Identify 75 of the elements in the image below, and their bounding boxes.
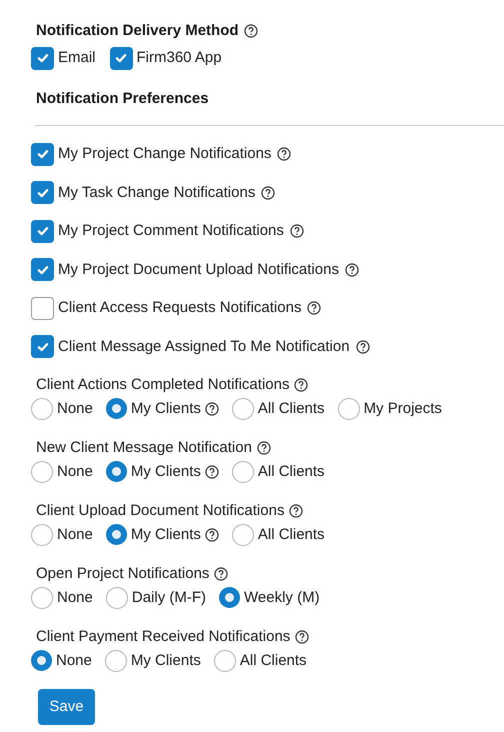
section-heading: Notification Preferences (35, 89, 209, 109)
radio-button[interactable] (219, 587, 240, 608)
checkbox[interactable] (31, 335, 54, 358)
radio-label: None (57, 588, 93, 608)
help-icon[interactable] (204, 402, 219, 416)
checkbox-label: Client Access Requests Notifications (58, 298, 302, 318)
help-icon[interactable] (261, 186, 276, 200)
save-button[interactable]: Save (38, 688, 95, 724)
radio-label: None (57, 398, 93, 418)
radio-button[interactable] (31, 524, 53, 546)
help-icon[interactable] (344, 262, 359, 276)
checkbox-label: Client Message Assigned To Me Notification (58, 336, 350, 356)
help-icon[interactable] (289, 504, 304, 518)
help-icon[interactable] (214, 566, 228, 580)
radio-label: All Clients (258, 524, 325, 544)
group-label: Client Payment Received Notifications (36, 626, 290, 646)
help-icon[interactable] (256, 440, 271, 454)
help-icon[interactable] (277, 147, 292, 161)
radio-button[interactable] (31, 586, 53, 608)
checkbox[interactable] (31, 142, 54, 166)
radio-button[interactable] (31, 460, 53, 482)
radio-button[interactable] (106, 461, 127, 482)
radio-button[interactable] (214, 650, 236, 672)
group-label: Client Upload Document Notifications (36, 500, 284, 520)
help-icon[interactable] (294, 378, 308, 392)
group-label: Client Actions Completed Notifications (36, 374, 290, 394)
checkbox[interactable] (31, 296, 54, 320)
checkbox-label: My Task Change Notifications (58, 182, 256, 202)
radio-label: My Clients (130, 462, 201, 482)
checkbox[interactable] (31, 258, 54, 281)
radio-button[interactable] (232, 460, 254, 482)
help-icon[interactable] (204, 464, 219, 478)
help-icon[interactable] (290, 224, 304, 238)
radio-button[interactable] (104, 650, 127, 672)
radio-label: Daily (M-F) (132, 588, 206, 608)
checkbox[interactable] (110, 46, 133, 70)
radio-button[interactable] (232, 524, 254, 546)
radio-label: None (56, 650, 92, 670)
checkmark-icon (36, 51, 50, 65)
radio-button[interactable] (232, 398, 254, 420)
radio-label: All Clients (258, 398, 325, 418)
radio-label: All Clients (258, 462, 325, 482)
radio-label: My Clients (130, 524, 201, 544)
radio-label: My Clients (130, 398, 201, 418)
checkbox[interactable] (31, 220, 54, 242)
radio-label: My Projects (364, 398, 442, 418)
checkmark-icon (36, 224, 50, 238)
section-heading: Notification Delivery Method (36, 21, 239, 41)
radio-label: All Clients (240, 650, 307, 670)
checkbox-label: My Project Document Upload Notifications (58, 260, 339, 280)
help-icon[interactable] (204, 528, 219, 542)
checkmark-icon (114, 51, 128, 65)
help-icon[interactable] (244, 24, 258, 38)
checkbox-label: My Project Change Notifications (58, 144, 272, 164)
help-icon[interactable] (356, 340, 370, 354)
checkbox-label: Firm360 App (136, 48, 222, 68)
group-label: New Client Message Notification (36, 438, 252, 458)
radio-button[interactable] (106, 398, 127, 419)
radio-label: None (57, 524, 93, 544)
radio-button[interactable] (106, 524, 127, 545)
checkbox[interactable] (31, 181, 54, 204)
checkmark-icon (36, 147, 50, 161)
radio-button[interactable] (106, 586, 128, 608)
radio-button[interactable] (338, 398, 360, 420)
group-label: Open Project Notifications (36, 564, 210, 584)
radio-button[interactable] (31, 398, 53, 420)
help-icon[interactable] (295, 630, 310, 644)
radio-label: Weekly (M) (244, 588, 320, 608)
checkbox-label: Email (58, 48, 96, 68)
help-icon[interactable] (307, 301, 322, 315)
checkbox[interactable] (31, 46, 54, 70)
radio-button[interactable] (31, 650, 52, 671)
radio-label: My Clients (130, 650, 201, 670)
checkbox-label: My Project Comment Notifications (58, 221, 284, 241)
radio-label: None (57, 462, 93, 482)
